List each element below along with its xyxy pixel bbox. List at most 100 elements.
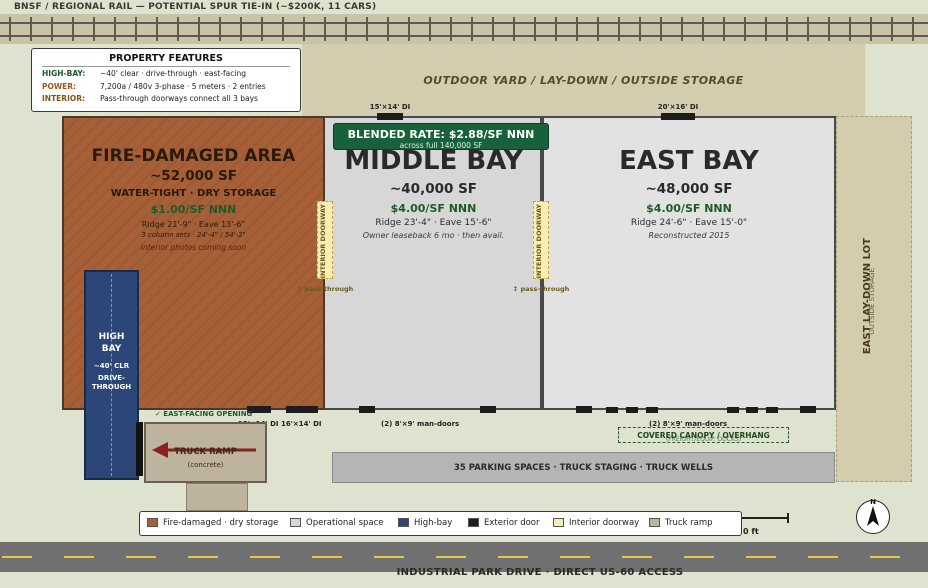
road-label: INDUSTRIAL PARK DRIVE · DIRECT US-60 ACC… xyxy=(396,567,684,578)
east-lot-sublabel: OUTSIDE STORAGE xyxy=(868,268,876,335)
scale-bar-tick xyxy=(787,513,789,523)
middle-bay-rate: $4.00/SF NNN xyxy=(390,202,477,215)
scale-bar xyxy=(742,517,788,519)
north-arrow-icon xyxy=(867,506,879,526)
feature-value: ~40' clear · drive-through · east-facing xyxy=(100,69,246,78)
road-center-dash xyxy=(250,556,280,558)
scale-label: 0 ft xyxy=(743,527,759,536)
feature-value: Pass-through doorways connect all 3 bays xyxy=(100,94,258,103)
dock-door-east-1 xyxy=(606,407,618,413)
door-label-middle: (2) 8'×9' man-doors xyxy=(381,420,460,428)
middle-bay-title: MIDDLE BAY xyxy=(344,146,523,176)
road-center-dash xyxy=(126,556,156,558)
road-center-dash xyxy=(2,556,32,558)
dock-door-east-3 xyxy=(646,407,658,413)
pass-through-west: ↕ pass-through xyxy=(296,285,354,293)
legend-swatch xyxy=(398,518,409,527)
exterior-door-east-2 xyxy=(800,406,816,413)
fire-bay-heights: Ridge 21'-9" · Eave 13'-6" xyxy=(141,220,246,229)
parking-label: 35 PARKING SPACES · TRUCK STAGING · TRUC… xyxy=(453,463,714,473)
fire-bay-rate: $1.00/SF NNN xyxy=(150,203,237,216)
fire-bay-columns: 3 column sets · 24'-4" / 54'-2" xyxy=(141,231,246,239)
feature-key: HIGH-BAY: xyxy=(42,69,86,78)
truck-ramp-sublabel: (concrete) xyxy=(187,461,224,469)
rail-track xyxy=(0,14,928,44)
dock-door-east-2 xyxy=(626,407,638,413)
high-bay-clear: ~40' CLR xyxy=(93,362,130,370)
legend-item: High-bay xyxy=(398,518,452,528)
legend-label: Truck ramp xyxy=(665,518,713,528)
legend-swatch xyxy=(553,518,564,527)
east-facing-opening: ✓ EAST-FACING OPENING xyxy=(155,410,253,418)
interior-doorway-west-label: INTERIOR DOORWAY xyxy=(319,204,327,279)
man-door-middle-2 xyxy=(480,406,496,413)
truck-ramp-approach xyxy=(186,483,248,511)
middle-bay-note: Owner leaseback 6 mo · then avail. xyxy=(362,231,505,240)
road-center-dash xyxy=(188,556,218,558)
road-center-dash xyxy=(808,556,838,558)
dock-door-east-5 xyxy=(746,407,758,413)
road-center-dash xyxy=(870,556,900,558)
road-center-dash xyxy=(622,556,652,558)
legend-item: Fire-damaged · dry storage xyxy=(147,518,278,528)
fire-bay-title: FIRE-DAMAGED AREA xyxy=(91,146,296,166)
legend-label: Exterior door xyxy=(484,518,540,528)
east-bay-note: Reconstructed 2015 xyxy=(648,231,730,240)
feature-key: POWER: xyxy=(42,81,77,91)
legend-swatch xyxy=(468,518,479,527)
property-features-panel: PROPERTY FEATURES HIGH-BAY: ~40' clear · … xyxy=(31,48,301,112)
road-center-dash xyxy=(374,556,404,558)
canopy-sublabel: (FREIGHT/EQUIP. DOCKS) xyxy=(665,436,742,443)
road-center-dash xyxy=(436,556,466,558)
door-label-top-east: 20'×16' DI xyxy=(657,103,699,111)
rail-title: BNSF / REGIONAL RAIL — POTENTIAL SPUR TI… xyxy=(14,2,377,12)
road-center-dash xyxy=(498,556,528,558)
legend-swatch xyxy=(147,518,158,527)
east-bay-heights: Ridge 24'-6" · Eave 15'-0" xyxy=(630,218,748,228)
high-bay-label-1: HIGH xyxy=(98,332,125,342)
road-center-dash xyxy=(560,556,590,558)
middle-bay-heights: Ridge 23'-4" · Eave 15'-6" xyxy=(375,218,492,228)
road-center-dash xyxy=(312,556,342,558)
features-title: PROPERTY FEATURES xyxy=(109,53,223,64)
feature-row: POWER: 7,200a / 480v 3-phase · 5 meters ·… xyxy=(42,82,266,91)
pass-through-east: ↕ pass-through xyxy=(512,285,570,293)
east-bay-title: EAST BAY xyxy=(619,146,759,176)
legend-item: Exterior door xyxy=(468,518,540,528)
truck-ramp-label: TRUCK RAMP xyxy=(174,447,237,457)
road-center-dash xyxy=(684,556,714,558)
exterior-door-east-1 xyxy=(576,406,592,413)
fire-bay-area: ~52,000 SF xyxy=(149,168,238,184)
feature-row: HIGH-BAY: ~40' clear · drive-through · ea… xyxy=(42,69,246,78)
exterior-door-top-east xyxy=(661,113,695,120)
feature-row: INTERIOR: Pass-through doorways connect a… xyxy=(42,94,258,103)
exterior-door-fire-b xyxy=(286,406,318,413)
road-center-dash xyxy=(64,556,94,558)
dock-door-east-6 xyxy=(766,407,778,413)
legend: Fire-damaged · dry storage Operational sp… xyxy=(139,511,742,536)
east-bay-area: ~48,000 SF xyxy=(645,181,733,197)
legend-label: Fire-damaged · dry storage xyxy=(163,518,279,528)
compass-label: N xyxy=(870,498,876,506)
blended-rate-badge: BLENDED RATE: $2.88/SF NNN across full 1… xyxy=(333,123,549,150)
high-bay-door xyxy=(136,422,143,476)
legend-label: Interior doorway xyxy=(569,518,640,528)
interior-doorway-east-label: INTERIOR DOORWAY xyxy=(535,204,543,279)
fire-bay-note: Interior photos coming soon xyxy=(140,243,247,252)
road-center-dash xyxy=(746,556,776,558)
dock-door-east-4 xyxy=(727,407,739,413)
middle-bay-area: ~40,000 SF xyxy=(389,181,478,197)
high-bay-drive-2: THROUGH xyxy=(91,383,132,391)
blended-rate: BLENDED RATE: $2.88/SF NNN xyxy=(347,128,535,141)
legend-label: High-bay xyxy=(414,518,453,528)
legend-item: Interior doorway xyxy=(553,518,639,528)
door-label-fire-b: 16'×14' DI xyxy=(281,420,322,428)
legend-item: Operational space xyxy=(290,518,384,528)
east-bay-rate: $4.00/SF NNN xyxy=(646,202,732,215)
legend-swatch xyxy=(649,518,660,527)
legend-label: Operational space xyxy=(306,518,384,528)
high-bay-label-2: BAY xyxy=(101,344,122,354)
feature-key: INTERIOR: xyxy=(42,94,86,103)
fire-bay-use: WATER-TIGHT · DRY STORAGE xyxy=(110,188,277,199)
legend-swatch xyxy=(290,518,301,527)
